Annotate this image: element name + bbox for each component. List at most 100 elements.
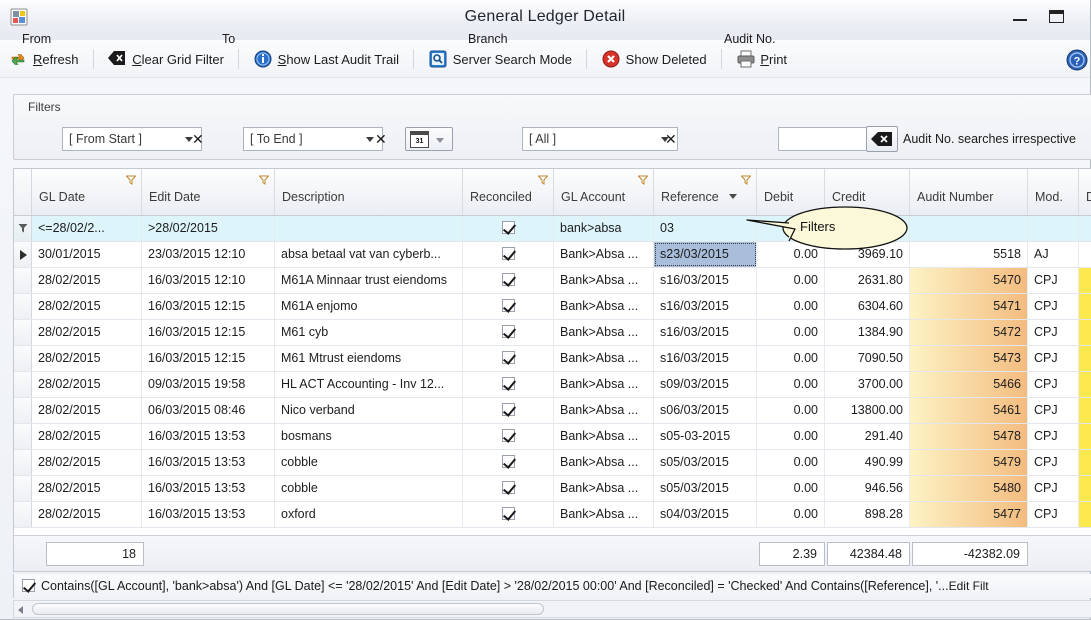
cell-edit-date[interactable]: 16/03/2015 12:10 [142, 268, 275, 293]
cell-gl-date[interactable]: 28/02/2015 [32, 398, 142, 423]
cell-debit[interactable]: 0.00 [757, 268, 825, 293]
column-header-mod[interactable]: Mod. [1028, 169, 1079, 215]
cell-audit-number[interactable]: 5472 [910, 320, 1028, 345]
cell-credit[interactable] [825, 216, 910, 241]
cell-doc[interactable] [1079, 216, 1091, 241]
scrollbar-thumb[interactable] [32, 603, 544, 615]
cell-credit[interactable]: 7090.50 [825, 346, 910, 371]
cell-gl-account[interactable]: Bank>Absa ... [554, 450, 654, 475]
cell-doc[interactable] [1079, 242, 1091, 267]
show-deleted-button[interactable]: Show Deleted [593, 40, 716, 78]
column-header-credit[interactable]: Credit [825, 169, 910, 215]
cell-mod[interactable]: CPJ [1028, 502, 1079, 527]
cell-mod[interactable]: CPJ [1028, 476, 1079, 501]
table-row[interactable]: 28/02/201516/03/2015 12:15M61 cybBank>Ab… [14, 320, 1091, 346]
cell-gl-account[interactable]: Bank>Absa ... [554, 476, 654, 501]
scroll-left-arrow-icon[interactable] [18, 606, 23, 614]
reconciled-checkbox[interactable] [502, 299, 515, 312]
reconciled-checkbox[interactable] [502, 221, 515, 234]
cell-mod[interactable]: CPJ [1028, 320, 1079, 345]
cell-reconciled[interactable] [463, 294, 554, 319]
cell-gl-account[interactable]: Bank>Absa ... [554, 346, 654, 371]
calendar-period-button[interactable]: 31 [405, 127, 453, 151]
cell-edit-date[interactable]: 09/03/2015 19:58 [142, 372, 275, 397]
cell-reconciled[interactable] [463, 424, 554, 449]
cell-description[interactable]: absa betaal vat van cyberb... [275, 242, 463, 267]
cell-reference[interactable]: s05/03/2015 [654, 450, 757, 475]
reconciled-checkbox[interactable] [502, 325, 515, 338]
cell-mod[interactable] [1028, 216, 1079, 241]
cell-gl-account[interactable]: Bank>Absa ... [554, 294, 654, 319]
branch-clear-button[interactable]: ✕ [665, 131, 677, 148]
edit-filter-link[interactable]: Edit Filt [949, 579, 989, 593]
column-header-description[interactable]: Description [275, 169, 463, 215]
cell-reference[interactable]: s23/03/2015 [654, 242, 757, 267]
cell-doc[interactable] [1079, 450, 1091, 475]
reconciled-checkbox[interactable] [502, 455, 515, 468]
cell-audit-number[interactable]: 5461 [910, 398, 1028, 423]
cell-audit-number[interactable]: 5471 [910, 294, 1028, 319]
cell-reconciled[interactable] [463, 346, 554, 371]
cell-reference[interactable]: s16/03/2015 [654, 320, 757, 345]
cell-debit[interactable]: 0.00 [757, 424, 825, 449]
column-header-reconciled[interactable]: Reconciled [463, 169, 554, 215]
cell-edit-date[interactable]: 16/03/2015 12:15 [142, 320, 275, 345]
show-last-audit-trail-button[interactable]: Show Last Audit Trail [245, 40, 408, 78]
cell-mod[interactable]: AJ [1028, 242, 1079, 267]
cell-edit-date[interactable]: 16/03/2015 12:15 [142, 294, 275, 319]
cell-reference[interactable]: 03 [654, 216, 757, 241]
column-header-reference[interactable]: Reference [654, 169, 757, 215]
column-filter-icon[interactable] [741, 174, 751, 184]
cell-gl-date[interactable]: <=28/02/2... [32, 216, 142, 241]
column-header-doc[interactable]: Do [1079, 169, 1091, 215]
cell-gl-date[interactable]: 30/01/2015 [32, 242, 142, 267]
cell-reference[interactable]: s16/03/2015 [654, 268, 757, 293]
table-row[interactable]: 28/02/201516/03/2015 13:53oxfordBank>Abs… [14, 502, 1091, 528]
cell-mod[interactable]: CPJ [1028, 346, 1079, 371]
branch-combo[interactable]: [ All ] [522, 127, 678, 151]
table-row[interactable]: 30/01/201523/03/2015 12:10absa betaal va… [14, 242, 1091, 268]
cell-doc[interactable] [1079, 346, 1091, 371]
table-row[interactable]: 28/02/201516/03/2015 13:53cobbleBank>Abs… [14, 476, 1091, 502]
cell-gl-account[interactable]: Bank>Absa ... [554, 398, 654, 423]
cell-gl-date[interactable]: 28/02/2015 [32, 450, 142, 475]
cell-debit[interactable]: 0.00 [757, 502, 825, 527]
cell-description[interactable]: M61 cyb [275, 320, 463, 345]
cell-debit[interactable]: 0.00 [757, 346, 825, 371]
cell-gl-date[interactable]: 28/02/2015 [32, 346, 142, 371]
cell-reference[interactable]: s05-03-2015 [654, 424, 757, 449]
cell-gl-account[interactable]: bank>absa [554, 216, 654, 241]
cell-debit[interactable]: 0.00 [757, 450, 825, 475]
cell-reconciled[interactable] [463, 216, 554, 241]
cell-doc[interactable] [1079, 320, 1091, 345]
cell-edit-date[interactable]: >28/02/2015 [142, 216, 275, 241]
cell-audit-number[interactable]: 5473 [910, 346, 1028, 371]
cell-edit-date[interactable]: 16/03/2015 12:15 [142, 346, 275, 371]
column-header-debit[interactable]: Debit [757, 169, 825, 215]
cell-reference[interactable]: s05/03/2015 [654, 476, 757, 501]
cell-debit[interactable] [757, 216, 825, 241]
cell-reconciled[interactable] [463, 476, 554, 501]
cell-description[interactable]: bosmans [275, 424, 463, 449]
audit-no-input[interactable] [778, 127, 874, 151]
cell-mod[interactable]: CPJ [1028, 450, 1079, 475]
from-clear-button[interactable]: ✕ [192, 131, 204, 148]
horizontal-scrollbar[interactable] [13, 600, 1091, 618]
cell-reference[interactable]: s04/03/2015 [654, 502, 757, 527]
column-header-audit-number[interactable]: Audit Number [910, 169, 1028, 215]
cell-edit-date[interactable]: 23/03/2015 12:10 [142, 242, 275, 267]
cell-doc[interactable] [1079, 294, 1091, 319]
cell-reconciled[interactable] [463, 398, 554, 423]
cell-audit-number[interactable] [910, 216, 1028, 241]
cell-gl-date[interactable]: 28/02/2015 [32, 372, 142, 397]
filter-enabled-checkbox[interactable] [22, 579, 35, 592]
cell-description[interactable]: cobble [275, 450, 463, 475]
reconciled-checkbox[interactable] [502, 403, 515, 416]
table-row[interactable]: 28/02/201516/03/2015 13:53bosmansBank>Ab… [14, 424, 1091, 450]
reconciled-checkbox[interactable] [502, 377, 515, 390]
cell-gl-date[interactable]: 28/02/2015 [32, 320, 142, 345]
cell-audit-number[interactable]: 5477 [910, 502, 1028, 527]
cell-reconciled[interactable] [463, 502, 554, 527]
cell-reference[interactable]: s16/03/2015 [654, 346, 757, 371]
to-date-combo[interactable]: [ To End ] [243, 127, 383, 151]
